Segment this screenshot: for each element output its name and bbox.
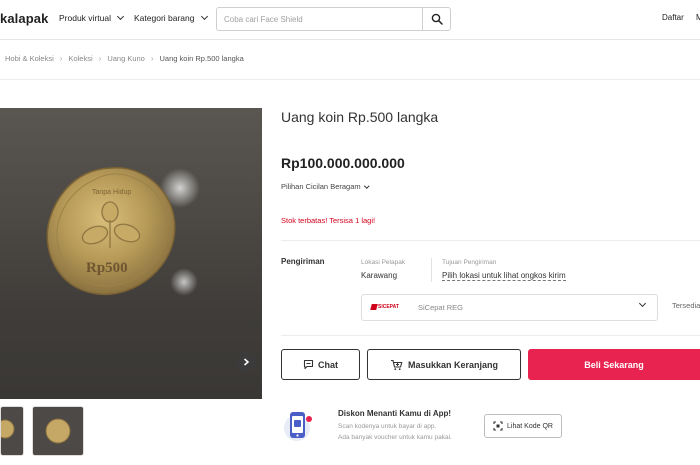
breadcrumb-item[interactable]: Uang Kuno — [107, 54, 145, 63]
search-icon — [431, 13, 443, 25]
chevron-down-icon — [200, 12, 208, 21]
view-qr-button[interactable]: Lihat Kode QR — [484, 414, 562, 438]
search-bar — [216, 7, 451, 31]
divider — [281, 335, 700, 336]
stock-warning: Stok terbatas! Tersisa 1 lagi! — [281, 216, 376, 225]
coin-thumbnail-image — [45, 418, 71, 444]
product-thumbnail[interactable] — [32, 406, 84, 456]
chevron-down-icon — [116, 12, 125, 21]
courier-select[interactable]: SICEPAT SiCepat REG — [361, 294, 658, 321]
sicepat-logo: SICEPAT — [370, 304, 399, 310]
daftar-link[interactable]: Daftar — [662, 13, 684, 22]
product-title: Uang koin Rp.500 langka — [281, 109, 439, 125]
next-image-button[interactable] — [236, 352, 256, 372]
product-main-image[interactable]: Tanpa Hidup Rp500 — [0, 108, 262, 399]
seller-location-value: Karawang — [361, 271, 398, 280]
coin-value: Rp500 — [86, 260, 128, 276]
chevron-right-icon: › — [98, 54, 102, 63]
nav-produk-virtual[interactable]: Produk virtual — [59, 12, 125, 23]
qr-scan-icon — [493, 421, 503, 431]
product-price: Rp100.000.000.000 — [281, 155, 405, 171]
app-promo-line2: Ada banyak voucher untuk kamu pakai. — [338, 434, 452, 441]
chevron-down-icon — [638, 299, 647, 308]
nav-kategori-barang[interactable]: Kategori barang — [134, 12, 208, 23]
coin-inscription-top: Tanpa Hidup — [92, 189, 131, 196]
divider — [431, 258, 432, 282]
chat-button[interactable]: Chat — [281, 349, 360, 380]
shipping-label: Pengiriman — [281, 257, 325, 266]
nav-kategori-barang-label: Kategori barang — [134, 13, 195, 23]
chevron-down-icon — [363, 183, 369, 188]
cicilan-dropdown[interactable]: Pilihan Cicilan Beragam — [281, 182, 369, 191]
courier-name: SiCepat REG — [418, 303, 464, 312]
chat-button-label: Chat — [318, 359, 338, 370]
choose-destination-link[interactable]: Pilih lokasi untuk lihat ongkos kirim — [442, 271, 566, 281]
top-navbar: kalapak Produk virtual Kategori barang D… — [0, 0, 700, 40]
app-promo-line1: Scan kodenya untuk bayar di app. — [338, 423, 437, 430]
cart-plus-icon — [390, 359, 403, 370]
app-promo-icon — [284, 412, 312, 441]
coin-image: Tanpa Hidup Rp500 — [46, 167, 176, 295]
coin-thumbnail-image — [1, 419, 15, 439]
add-to-cart-label: Masukkan Keranjang — [407, 359, 499, 370]
chevron-right-icon — [244, 358, 250, 366]
product-thumbnail[interactable] — [0, 406, 24, 456]
breadcrumb-item[interactable]: Koleksi — [68, 54, 92, 63]
destination-header: Tujuan Pengiriman — [442, 259, 497, 266]
nav-produk-virtual-label: Produk virtual — [59, 13, 111, 23]
masuk-link-cut[interactable]: M — [696, 13, 700, 22]
search-input[interactable] — [224, 11, 419, 27]
buy-now-label: Beli Sekarang — [584, 359, 644, 370]
chevron-right-icon: › — [150, 54, 154, 63]
breadcrumb: Hobi & Koleksi › Koleksi › Uang Kuno › U… — [5, 54, 244, 63]
availability-text: Tersedia — [672, 301, 700, 310]
chevron-right-icon: › — [59, 54, 63, 63]
sicepat-logo-text: SICEPAT — [378, 304, 399, 310]
divider — [281, 240, 700, 241]
seller-location-header: Lokasi Pelapak — [361, 259, 406, 266]
chat-icon — [303, 359, 314, 370]
add-to-cart-button[interactable]: Masukkan Keranjang — [367, 349, 521, 380]
divider — [0, 79, 700, 80]
search-button[interactable] — [422, 8, 450, 30]
view-qr-label: Lihat Kode QR — [507, 422, 553, 430]
buy-now-button[interactable]: Beli Sekarang — [528, 349, 700, 380]
breadcrumb-current: Uang koin Rp.500 langka — [159, 54, 244, 63]
app-promo-title: Diskon Menanti Kamu di App! — [338, 409, 452, 418]
site-logo[interactable]: kalapak — [0, 11, 48, 26]
cicilan-label: Pilihan Cicilan Beragam — [281, 182, 361, 191]
breadcrumb-item[interactable]: Hobi & Koleksi — [5, 54, 54, 63]
